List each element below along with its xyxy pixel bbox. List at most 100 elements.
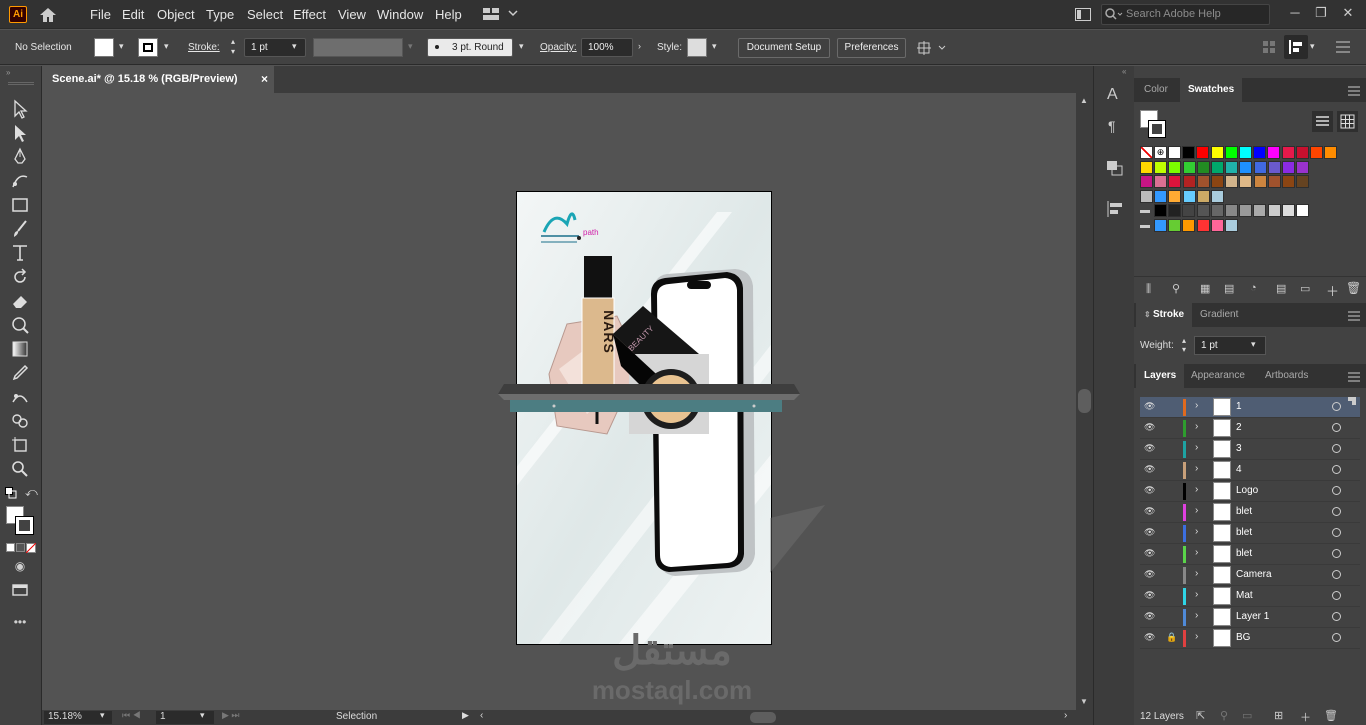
toolbar-grip[interactable] — [8, 82, 34, 85]
eraser-tool-icon[interactable] — [10, 291, 30, 311]
swatch[interactable] — [1211, 175, 1224, 188]
tab-layers[interactable]: Layers — [1136, 364, 1185, 388]
zoom-tool-icon[interactable] — [10, 459, 30, 479]
artboard-dropdown-icon[interactable]: ▾ — [200, 710, 205, 721]
visibility-eye-icon[interactable]: 👁 — [1144, 527, 1155, 538]
layer-row[interactable]: 👁 › 4 — [1140, 460, 1360, 481]
swatch[interactable] — [1253, 204, 1267, 217]
eyedropper-tool-icon[interactable] — [10, 363, 30, 383]
tab-gradient[interactable]: Gradient — [1192, 303, 1246, 327]
weight-stepper[interactable]: ▴ ▾ — [1182, 336, 1186, 354]
expand-chevron-icon[interactable]: › — [1195, 547, 1198, 558]
swatch[interactable] — [1196, 175, 1210, 188]
visibility-eye-icon[interactable]: 👁 — [1144, 611, 1155, 622]
swatch[interactable] — [1182, 175, 1196, 188]
swatch[interactable] — [1196, 146, 1210, 159]
default-colors-icon[interactable] — [5, 487, 17, 499]
workspace-switcher-icon[interactable] — [483, 7, 519, 21]
visibility-eye-icon[interactable]: 👁 — [1144, 401, 1155, 412]
scroll-left-icon[interactable]: ‹ — [480, 710, 483, 721]
swatch[interactable] — [1154, 189, 1168, 203]
show-kinds-icon[interactable]: ⚲ — [1172, 282, 1180, 295]
layer-row[interactable]: 👁 › 2 — [1140, 418, 1360, 439]
locate-object-icon[interactable]: ⚲ — [1220, 709, 1228, 722]
swatch[interactable] — [1154, 160, 1168, 174]
stroke-menu-icon[interactable] — [1348, 311, 1360, 321]
character-panel-icon[interactable]: A — [1107, 86, 1118, 104]
search-input[interactable]: Search Adobe Help — [1101, 4, 1270, 25]
layer-row[interactable]: 👁 › 1 — [1140, 397, 1360, 418]
layer-row[interactable]: 👁 › Layer 1 — [1140, 607, 1360, 628]
expand-chevron-icon[interactable]: › — [1195, 589, 1198, 600]
target-circle-icon[interactable] — [1332, 591, 1341, 600]
menu-view[interactable]: View — [334, 0, 370, 29]
visibility-eye-icon[interactable]: 👁 — [1144, 485, 1155, 496]
layer-name[interactable]: Logo — [1236, 485, 1258, 496]
swatch[interactable] — [1267, 204, 1281, 217]
swatch-library-icon[interactable]: ⫼ — [1146, 283, 1151, 296]
none-mode-icon[interactable] — [26, 543, 36, 553]
opacity-label[interactable]: Opacity: — [540, 42, 577, 53]
color-group-icon[interactable]: ▤ — [1224, 282, 1234, 295]
transform-panel-icon[interactable] — [1106, 160, 1124, 176]
edit-group-icon[interactable]: ◔ — [1250, 282, 1257, 294]
swatch[interactable] — [1168, 146, 1181, 159]
screen-mode-icon[interactable] — [10, 580, 30, 600]
swatch[interactable] — [1324, 146, 1338, 159]
fill-dropdown-icon[interactable]: ▾ — [119, 41, 124, 52]
swatch[interactable] — [1239, 204, 1253, 217]
swatch[interactable] — [1211, 189, 1224, 203]
expand-chevron-icon[interactable]: › — [1195, 568, 1198, 579]
swatch[interactable] — [1182, 189, 1196, 203]
swatch-none[interactable] — [1140, 146, 1153, 159]
expand-chevron-icon[interactable]: › — [1195, 400, 1198, 411]
swatch[interactable] — [1267, 160, 1281, 174]
swatch[interactable] — [1196, 160, 1210, 174]
layer-row[interactable]: 👁 › blet — [1140, 544, 1360, 565]
visibility-eye-icon[interactable]: 👁 — [1144, 422, 1155, 433]
brush-definition[interactable]: 3 pt. Round — [427, 38, 513, 57]
expand-chevron-icon[interactable]: › — [1195, 442, 1198, 453]
swatch[interactable] — [1225, 175, 1239, 188]
swatch[interactable] — [1182, 204, 1196, 217]
layer-name[interactable]: Layer 1 — [1236, 611, 1269, 622]
target-circle-icon[interactable] — [1332, 465, 1341, 474]
swatch[interactable] — [1239, 160, 1253, 174]
tab-stroke[interactable]: ⇕ Stroke — [1136, 303, 1193, 327]
layer-row[interactable]: 👁 › Logo — [1140, 481, 1360, 502]
close-window-button[interactable]: ✕ — [1338, 4, 1358, 22]
swatch[interactable] — [1267, 146, 1281, 159]
layer-name[interactable]: 3 — [1236, 443, 1242, 454]
layer-name[interactable]: BG — [1236, 632, 1250, 643]
stroke-stepper[interactable]: ▴ ▾ — [231, 37, 235, 57]
expand-chevron-icon[interactable]: › — [1195, 484, 1198, 495]
menu-window[interactable]: Window — [373, 0, 427, 29]
swatch[interactable] — [1182, 160, 1196, 174]
expand-chevron-icon[interactable]: › — [1195, 505, 1198, 516]
selection-tool-icon[interactable] — [10, 99, 30, 119]
new-sublayer-icon[interactable]: ⊞ — [1274, 709, 1283, 722]
preferences-button[interactable]: Preferences — [837, 38, 906, 58]
swatch[interactable] — [1225, 160, 1239, 174]
expand-chevron-icon[interactable]: › — [1195, 610, 1198, 621]
document-setup-button[interactable]: Document Setup — [738, 38, 830, 58]
home-icon[interactable] — [38, 6, 58, 23]
visibility-eye-icon[interactable]: 👁 — [1144, 506, 1155, 517]
swatch[interactable] — [1140, 175, 1153, 188]
first-artboard-icon[interactable]: ⏮ ◀ — [122, 710, 141, 721]
new-swatch-icon[interactable]: ＋ — [1326, 281, 1339, 300]
menu-file[interactable]: File — [86, 0, 115, 29]
swatch[interactable] — [1225, 218, 1238, 232]
delete-swatch-icon[interactable]: 🗑 — [1346, 281, 1361, 295]
swatch[interactable] — [1182, 218, 1196, 232]
list-view-icon[interactable] — [1312, 111, 1333, 132]
strip-collapse-icon[interactable]: « — [1122, 67, 1126, 76]
swatch[interactable] — [1196, 218, 1210, 232]
next-artboard-icon[interactable]: ▶ ⏭ — [222, 710, 240, 721]
distribute-button[interactable] — [1284, 35, 1308, 59]
swatch[interactable] — [1182, 146, 1196, 159]
stroke-color-box[interactable] — [15, 516, 34, 535]
swatch[interactable] — [1281, 146, 1295, 159]
blend-tool-icon[interactable] — [10, 387, 30, 407]
type-tool-icon[interactable] — [10, 243, 30, 263]
